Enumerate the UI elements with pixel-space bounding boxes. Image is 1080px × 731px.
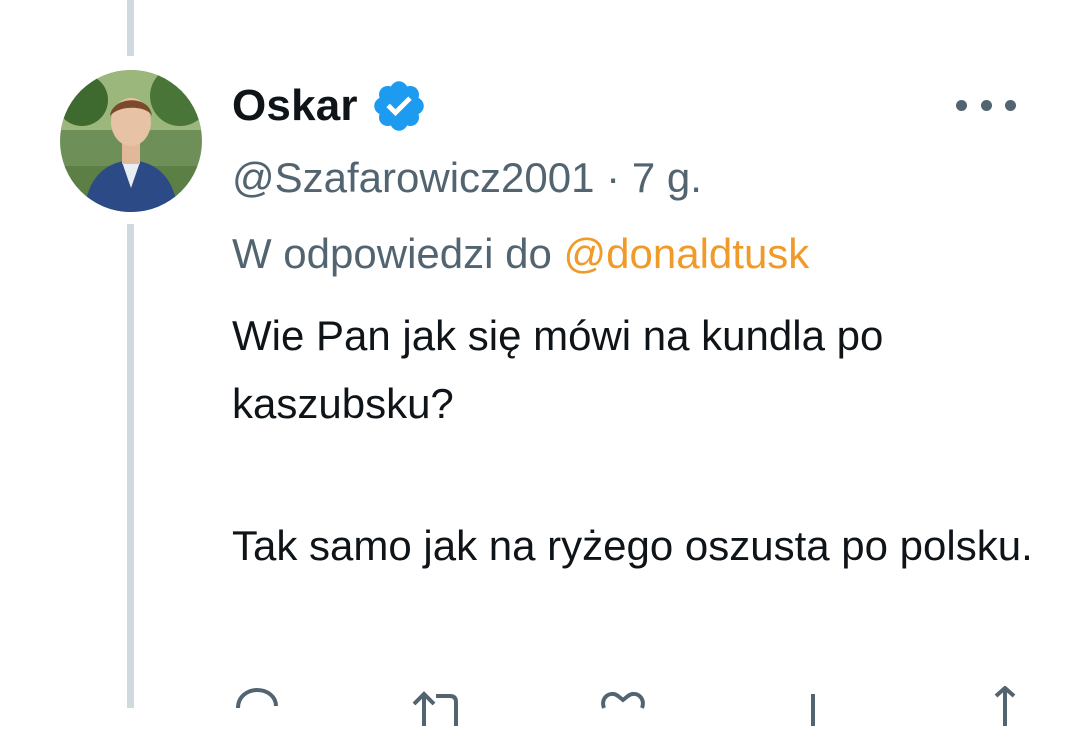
display-name[interactable]: Oskar [232, 81, 358, 131]
avatar[interactable] [60, 70, 202, 212]
views-icon[interactable] [788, 686, 838, 726]
handle[interactable]: @Szafarowicz2001 [232, 154, 594, 201]
retweet-icon[interactable] [410, 686, 460, 726]
reply-context: W odpowiedzi do @donaldtusk [232, 226, 809, 282]
more-dot [1005, 99, 1016, 111]
heart-icon[interactable] [598, 686, 648, 726]
thread-line-bottom [127, 224, 134, 708]
more-horizontal-icon[interactable] [956, 92, 1016, 118]
more-dot [956, 99, 967, 111]
tweet-text: Wie Pan jak się mówi na kundla po kaszub… [232, 302, 1052, 580]
verified-badge-icon[interactable] [370, 77, 428, 135]
more-dot [980, 99, 992, 111]
tweet-paragraph: Wie Pan jak się mówi na kundla po kaszub… [232, 312, 884, 427]
timestamp[interactable]: 7 g. [632, 154, 702, 201]
tweet-paragraph: Tak samo jak na ryżego oszusta po polsku… [232, 522, 1033, 569]
share-icon[interactable] [980, 685, 1030, 726]
meta-separator: · [594, 154, 632, 201]
reply-mention-link[interactable]: @donaldtusk [564, 230, 810, 277]
reply-prefix: W odpowiedzi do [232, 230, 564, 277]
thread-line-top [127, 0, 134, 56]
reply-icon[interactable] [232, 686, 282, 726]
tweet-meta: @Szafarowicz2001 · 7 g. [232, 150, 702, 206]
action-bar [232, 685, 1022, 726]
tweet-header: Oskar [232, 78, 428, 134]
